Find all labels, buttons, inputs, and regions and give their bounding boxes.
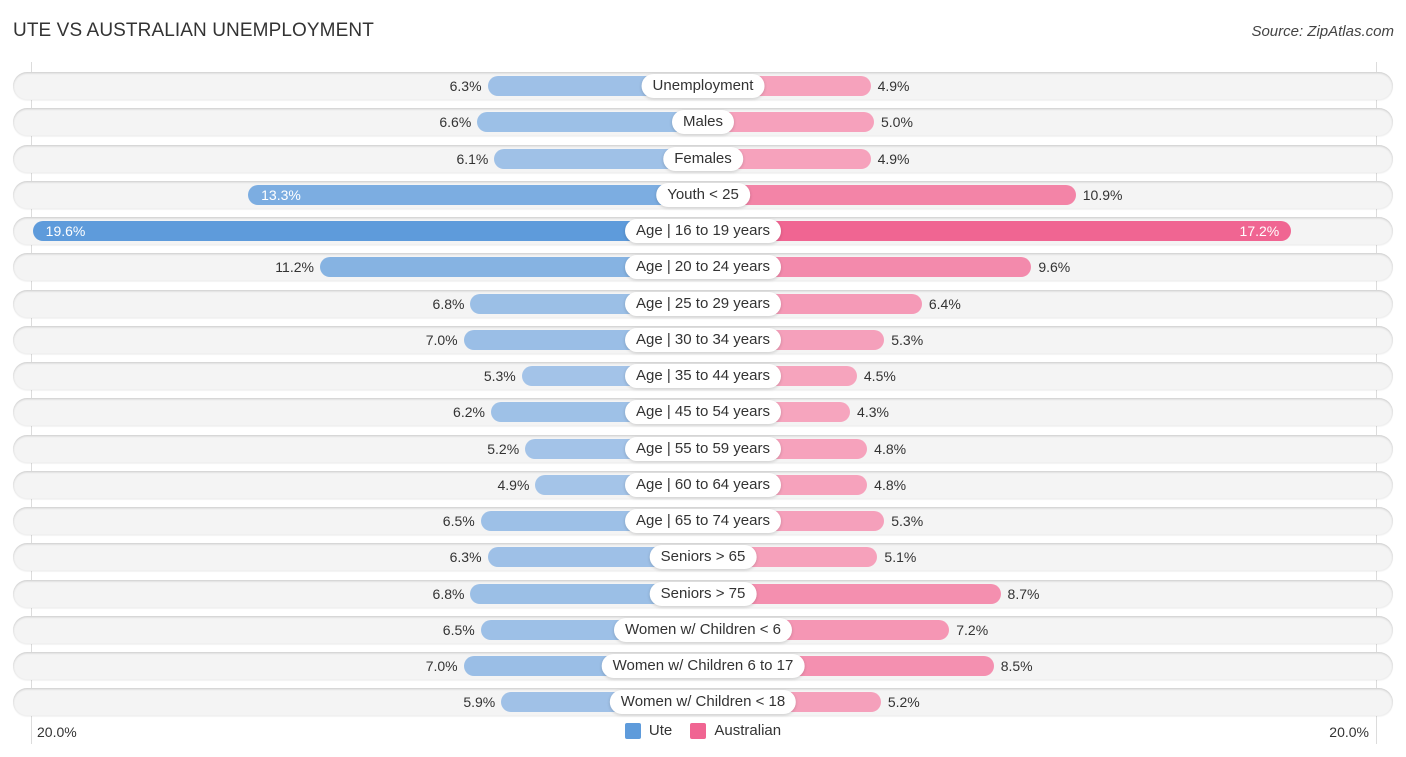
value-label-australian: 5.0% [881,114,913,131]
value-label-australian: 6.4% [928,295,961,312]
legend-swatch-ute [624,722,641,739]
value-label-ute: 6.8% [432,295,465,312]
value-label-australian: 7.2% [956,621,989,638]
value-label-ute: 6.3% [449,78,482,94]
value-label-australian: 17.2% [1239,223,1280,239]
legend-label-australian: Australian [714,722,782,739]
value-label-ute: 4.9% [497,476,530,493]
category-label: Age | 35 to 44 years [625,364,781,388]
legend: Ute Australian [0,722,1406,743]
value-label-ute: 5.3% [483,368,516,384]
category-label: Youth < 25 [656,182,750,207]
value-label-ute: 6.5% [442,621,475,638]
value-label-ute: 6.5% [442,513,475,529]
value-label-ute: 5.2% [487,440,520,457]
value-label-ute: 6.1% [456,150,489,167]
value-label-australian: 9.6% [1038,259,1071,276]
value-label-ute: 6.6% [439,114,472,131]
category-label: Women w/ Children < 6 [613,617,793,642]
value-label-ute: 19.6% [45,223,86,239]
bar-australian[interactable] [703,184,1076,205]
value-label-australian: 4.8% [874,440,907,457]
category-label: Age | 16 to 19 years [625,219,781,243]
category-label: Unemployment [641,74,765,98]
category-label: Age | 60 to 64 years [625,472,781,497]
value-label-australian: 8.5% [1000,658,1033,674]
value-label-australian: 5.2% [887,694,920,711]
value-label-australian: 8.7% [1007,585,1040,602]
value-label-australian: 4.3% [857,404,889,421]
value-label-australian: 5.3% [891,513,924,529]
category-label: Females [663,146,743,171]
chart-rows: 6.3% 4.9% Unemployment 6.6% 5.0% Males 6.1% 4.9… [0,0,1406,757]
value-label-ute: 11.2% [275,259,314,276]
bar-ute[interactable] [477,112,703,133]
value-label-australian: 10.9% [1082,186,1123,203]
category-label: Women w/ Children < 18 [609,690,797,715]
category-label: Age | 25 to 29 years [625,291,781,316]
category-label: Age | 65 to 74 years [625,509,781,533]
value-label-ute: 6.2% [453,404,485,421]
bar-ute[interactable] [248,184,703,205]
value-label-australian: 5.3% [891,331,924,348]
value-label-ute: 5.9% [463,694,496,711]
category-label: Age | 45 to 54 years [625,400,781,425]
legend-item-ute[interactable]: Ute [624,722,673,739]
value-label-australian: 4.5% [863,368,896,384]
bar-australian[interactable] [703,221,1292,241]
value-label-ute: 7.0% [425,331,458,348]
bar-ute[interactable] [32,221,703,241]
legend-item-australian[interactable]: Australian [690,722,781,739]
category-label: Women w/ Children 6 to 17 [601,654,805,678]
legend-swatch-australian [690,722,707,739]
category-label: Age | 30 to 34 years [625,327,781,352]
value-label-australian: 4.8% [874,476,907,493]
value-label-australian: 4.9% [877,78,910,94]
category-label: Seniors > 75 [649,581,757,606]
category-label: Age | 55 to 59 years [625,436,781,461]
value-label-ute: 13.3% [261,186,301,203]
legend-label-ute: Ute [648,722,673,739]
value-label-australian: 5.1% [884,549,917,566]
value-label-ute: 6.8% [432,585,465,602]
value-label-ute: 7.0% [425,658,458,674]
category-label: Males [671,110,735,135]
value-label-australian: 4.9% [877,150,910,167]
category-label: Age | 20 to 24 years [625,255,781,280]
value-label-ute: 6.3% [449,549,482,566]
category-label: Seniors > 65 [649,545,757,570]
